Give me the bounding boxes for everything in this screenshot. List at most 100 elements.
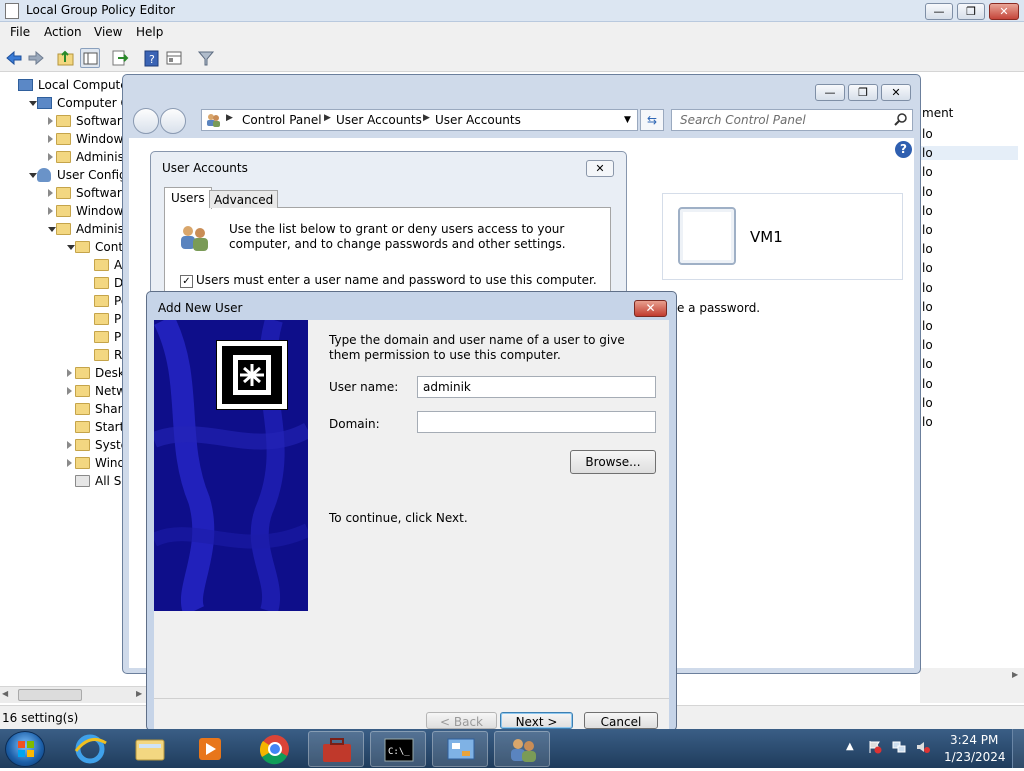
toolbox-app-icon[interactable] (308, 731, 364, 767)
chrome-icon[interactable] (247, 731, 303, 767)
tab-users[interactable]: Users (164, 187, 212, 209)
collapsed-arrow-icon[interactable] (48, 153, 53, 161)
username-input[interactable] (417, 376, 656, 398)
setting-row-state[interactable]: lo (922, 338, 933, 352)
media-player-icon[interactable] (182, 731, 238, 767)
setting-row-state[interactable]: lo (922, 396, 933, 410)
network-icon[interactable] (892, 740, 906, 754)
menu-action[interactable]: Action (44, 25, 82, 39)
setting-row-state[interactable]: lo (922, 223, 933, 237)
minimize-button[interactable]: — (925, 3, 953, 20)
expanded-arrow-icon[interactable] (29, 101, 37, 106)
require-password-checkbox[interactable]: ✓ (180, 275, 193, 288)
collapsed-arrow-icon[interactable] (67, 369, 72, 377)
computer-icon (37, 97, 52, 109)
show-desktop-button[interactable] (1012, 729, 1024, 768)
folder-icon (75, 421, 90, 433)
breadcrumb-user-accounts-current[interactable]: User Accounts (435, 113, 521, 127)
expanded-arrow-icon[interactable] (67, 245, 75, 250)
expanded-arrow-icon[interactable] (29, 173, 37, 178)
collapsed-arrow-icon[interactable] (48, 189, 53, 197)
search-input[interactable]: Search Control Panel (671, 109, 913, 131)
command-prompt-icon[interactable]: C:\_ (370, 731, 426, 767)
collapsed-arrow-icon[interactable] (67, 459, 72, 467)
username-label: User name: (329, 380, 399, 394)
filter-icon[interactable] (196, 48, 216, 68)
menu-view[interactable]: View (94, 25, 122, 39)
maximize-button[interactable]: ❐ (957, 3, 985, 20)
export-list-icon[interactable] (110, 48, 130, 68)
tree-horizontal-scrollbar[interactable]: ◀ ▶ (0, 686, 148, 703)
list-horizontal-scrollbar[interactable]: ▶ (920, 668, 1024, 703)
setting-row-state[interactable]: lo (922, 300, 933, 314)
breadcrumb-user-accounts[interactable]: User Accounts (336, 113, 422, 127)
require-password-label[interactable]: Users must enter a user name and passwor… (196, 273, 597, 287)
setting-row-state[interactable]: lo (922, 165, 933, 179)
collapsed-arrow-icon[interactable] (48, 117, 53, 125)
scroll-right-icon[interactable]: ▶ (1012, 670, 1018, 679)
setting-row-state[interactable]: lo (922, 127, 933, 141)
show-hide-tree-icon[interactable] (80, 48, 100, 68)
setting-row-state[interactable]: lo (920, 146, 1018, 161)
cp-close-button[interactable]: ✕ (881, 84, 911, 101)
close-button[interactable]: ✕ (989, 3, 1019, 20)
menu-help[interactable]: Help (136, 25, 163, 39)
setting-row-state[interactable]: lo (922, 242, 933, 256)
setting-row-state[interactable]: lo (922, 204, 933, 218)
next-button[interactable]: Next > (500, 712, 573, 729)
user-accounts-taskbar-icon[interactable] (494, 731, 550, 767)
domain-input[interactable] (417, 411, 656, 433)
back-button[interactable]: < Back (426, 712, 497, 729)
setting-row-state[interactable]: lo (922, 281, 933, 295)
internet-explorer-icon[interactable] (62, 731, 118, 767)
volume-muted-icon[interactable] (916, 740, 930, 754)
cp-forward-button[interactable] (160, 108, 186, 134)
show-hidden-icons-icon[interactable]: ▲ (846, 741, 854, 752)
cp-back-button[interactable] (133, 108, 159, 134)
address-dropdown-icon[interactable]: ▼ (624, 115, 631, 125)
clock-date[interactable]: 1/23/2024 (944, 750, 1006, 764)
properties-icon[interactable] (164, 48, 184, 68)
help-icon[interactable]: ? (895, 141, 912, 158)
collapsed-arrow-icon[interactable] (67, 441, 72, 449)
setting-row-state[interactable]: lo (922, 185, 933, 199)
address-bar[interactable]: ▶ Control Panel ▶ User Accounts ▶ User A… (201, 109, 638, 131)
up-folder-icon[interactable] (56, 48, 76, 68)
tab-advanced[interactable]: Advanced (209, 190, 279, 208)
breadcrumb-control-panel[interactable]: Control Panel (242, 113, 322, 127)
expanded-arrow-icon[interactable] (48, 227, 56, 232)
start-button[interactable] (5, 731, 45, 767)
search-icon[interactable] (894, 113, 908, 127)
user-accounts-title: User Accounts (162, 161, 248, 175)
action-center-flag-icon[interactable] (868, 740, 882, 754)
menu-file[interactable]: File (10, 25, 30, 39)
cp-minimize-button[interactable]: — (815, 84, 845, 101)
refresh-button[interactable]: ⇆ (640, 109, 664, 131)
setting-row-state[interactable]: lo (922, 319, 933, 333)
setting-row-state[interactable]: lo (922, 357, 933, 371)
setting-row-state[interactable]: lo (922, 261, 933, 275)
continue-instruction: To continue, click Next. (329, 511, 468, 525)
breadcrumb-separator-icon[interactable]: ▶ (423, 113, 430, 123)
file-explorer-icon[interactable] (122, 731, 178, 767)
browse-button[interactable]: Browse... (570, 450, 656, 474)
collapsed-arrow-icon[interactable] (67, 387, 72, 395)
scrollbar-thumb[interactable] (18, 689, 82, 701)
back-arrow-icon[interactable] (4, 48, 24, 68)
control-panel-icon[interactable] (432, 731, 488, 767)
help-book-icon[interactable]: ? (142, 48, 162, 68)
scroll-right-icon[interactable]: ▶ (136, 689, 142, 698)
breadcrumb-separator-icon[interactable]: ▶ (324, 113, 331, 123)
forward-arrow-icon[interactable] (26, 48, 46, 68)
setting-row-state[interactable]: lo (922, 377, 933, 391)
clock-time[interactable]: 3:24 PM (950, 733, 998, 747)
cancel-button[interactable]: Cancel (584, 712, 658, 729)
user-accounts-close-button[interactable]: ✕ (586, 160, 614, 177)
setting-row-state[interactable]: lo (922, 415, 933, 429)
collapsed-arrow-icon[interactable] (48, 135, 53, 143)
collapsed-arrow-icon[interactable] (48, 207, 53, 215)
cp-maximize-button[interactable]: ❐ (848, 84, 878, 101)
add-new-user-close-button[interactable]: ✕ (634, 300, 667, 317)
column-header-comment[interactable]: ment (922, 106, 953, 120)
scroll-left-icon[interactable]: ◀ (2, 689, 8, 698)
